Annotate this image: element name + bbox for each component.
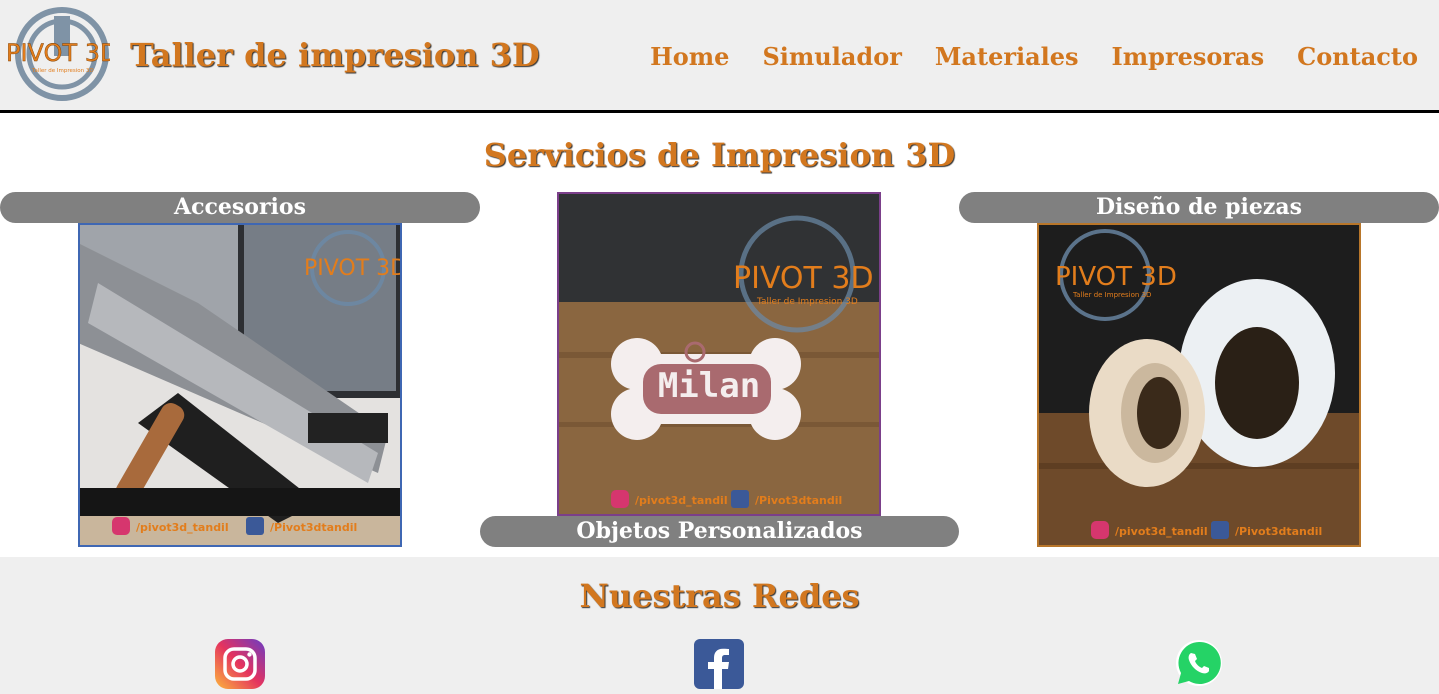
svg-text:/pivot3d_tandil: /pivot3d_tandil: [136, 521, 229, 534]
svg-text:PIVOT 3D: PIVOT 3D: [6, 39, 110, 67]
svg-text:/pivot3d_tandil: /pivot3d_tandil: [1115, 525, 1208, 538]
svg-text:Taller de Impresion 3D: Taller de Impresion 3D: [756, 297, 858, 307]
svg-text:/pivot3d_tandil: /pivot3d_tandil: [635, 494, 728, 507]
nav-simulador[interactable]: Simulador: [762, 42, 901, 71]
diseno-photo[interactable]: PIVOT 3D Taller de Impresion 3D /pivot3d…: [1037, 223, 1361, 547]
svg-text:/Pivot3dtandil: /Pivot3dtandil: [270, 521, 357, 534]
nav-impresoras[interactable]: Impresoras: [1112, 42, 1265, 71]
svg-text:Milan: Milan: [658, 366, 760, 406]
card-label-accesorios: Accesorios: [0, 192, 480, 223]
svg-text:PIVOT 3D: PIVOT 3D: [733, 261, 874, 296]
card-label-objetos-personalizados: Objetos Personalizados: [480, 516, 959, 547]
pivot3d-logo[interactable]: PIVOT 3D Taller de Impresion 3D: [6, 6, 110, 102]
site-title: Taller de impresion 3D: [130, 36, 540, 74]
social-footer: Nuestras Redes: [0, 557, 1439, 694]
svg-text:Taller de Impresion 3D: Taller de Impresion 3D: [31, 68, 94, 74]
footer-title: Nuestras Redes: [579, 577, 860, 615]
instagram-icon[interactable]: [214, 638, 266, 690]
card-label-diseno-de-piezas: Diseño de piezas: [959, 192, 1439, 223]
svg-text:PIVOT 3D: PIVOT 3D: [1055, 262, 1177, 292]
svg-text:/Pivot3dtandil: /Pivot3dtandil: [1235, 525, 1322, 538]
svg-text:PIVOT 3D: PIVOT 3D: [304, 256, 402, 281]
facebook-icon[interactable]: [693, 638, 745, 690]
nav-contacto[interactable]: Contacto: [1297, 42, 1418, 71]
objetos-photo[interactable]: PIVOT 3D Taller de Impresion 3D Milan /p…: [557, 192, 881, 516]
site-header: PIVOT 3D Taller de Impresion 3D Taller d…: [0, 0, 1439, 113]
whatsapp-icon[interactable]: [1173, 638, 1225, 690]
services-title: Servicios de Impresion 3D: [483, 136, 956, 174]
svg-text:Taller de Impresion 3D: Taller de Impresion 3D: [1072, 291, 1151, 299]
nav-home[interactable]: Home: [650, 42, 729, 71]
main-nav: Home Simulador Materiales Impresoras Con…: [650, 42, 1418, 71]
svg-text:/Pivot3dtandil: /Pivot3dtandil: [755, 494, 842, 507]
accesorios-photo[interactable]: PIVOT 3D /pivot3d_tandil /Pivot3dtandil: [78, 223, 402, 547]
nav-materiales[interactable]: Materiales: [935, 42, 1079, 71]
